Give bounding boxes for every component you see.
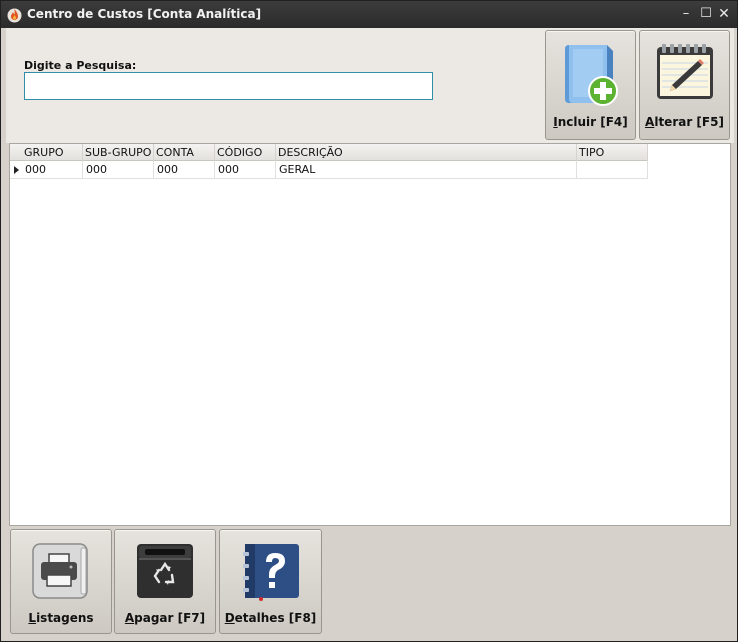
maximize-button[interactable]: ☐ xyxy=(697,5,715,23)
main-window: Centro de Custos [Conta Analítica] – ☐ ✕… xyxy=(0,0,738,642)
cell-descricao[interactable]: GERAL xyxy=(276,161,577,179)
printer-icon xyxy=(32,543,88,599)
cell-tipo[interactable] xyxy=(577,161,648,179)
listagens-button[interactable]: Listagens xyxy=(10,529,112,634)
listagens-label: Listagens xyxy=(28,611,94,625)
column-header-tipo[interactable]: TIPO xyxy=(577,144,648,161)
add-document-icon xyxy=(564,45,618,106)
column-header-descricao[interactable]: DESCRIÇÃO xyxy=(276,144,577,161)
column-header-grupo[interactable]: GRUPO xyxy=(22,144,83,161)
help-book-icon xyxy=(242,544,299,601)
grid-header: GRUPO SUB-GRUPO CONTA CÓDIGO DESCRIÇÃO T… xyxy=(10,144,648,161)
table-row[interactable]: 000 000 000 000 GERAL xyxy=(10,161,648,179)
cell-codigo[interactable]: 000 xyxy=(215,161,276,179)
column-header-codigo[interactable]: CÓDIGO xyxy=(215,144,276,161)
incluir-button[interactable]: Incluir [F4] xyxy=(545,30,636,140)
column-header-conta[interactable]: CONTA xyxy=(154,144,215,161)
search-input[interactable] xyxy=(24,72,433,100)
notepad-pencil-icon xyxy=(656,44,713,99)
flame-icon xyxy=(7,8,22,23)
title-bar[interactable]: Centro de Custos [Conta Analítica] – ☐ ✕ xyxy=(1,1,737,28)
cell-sub-grupo[interactable]: 000 xyxy=(83,161,154,179)
incluir-label: Incluir [F4] xyxy=(553,115,628,129)
detalhes-button[interactable]: Detalhes [F8] xyxy=(219,529,322,634)
alterar-button[interactable]: Alterar [F5] xyxy=(639,30,730,140)
apagar-label: Apagar [F7] xyxy=(124,611,206,625)
window-title: Centro de Custos [Conta Analítica] xyxy=(27,7,262,21)
search-label: Digite a Pesquisa: xyxy=(24,59,137,72)
apagar-button[interactable]: Apagar [F7] xyxy=(114,529,216,634)
minimize-button[interactable]: – xyxy=(677,5,695,23)
data-grid[interactable]: GRUPO SUB-GRUPO CONTA CÓDIGO DESCRIÇÃO T… xyxy=(9,143,731,526)
column-header-sub-grupo[interactable]: SUB-GRUPO xyxy=(83,144,154,161)
alterar-label: Alterar [F5] xyxy=(645,115,724,129)
detalhes-label: Detalhes [F8] xyxy=(224,611,317,625)
recycle-bin-icon xyxy=(137,544,193,598)
current-row-indicator-icon xyxy=(10,161,22,179)
close-button[interactable]: ✕ xyxy=(715,5,733,23)
cell-grupo[interactable]: 000 xyxy=(22,161,83,179)
cell-conta[interactable]: 000 xyxy=(154,161,215,179)
